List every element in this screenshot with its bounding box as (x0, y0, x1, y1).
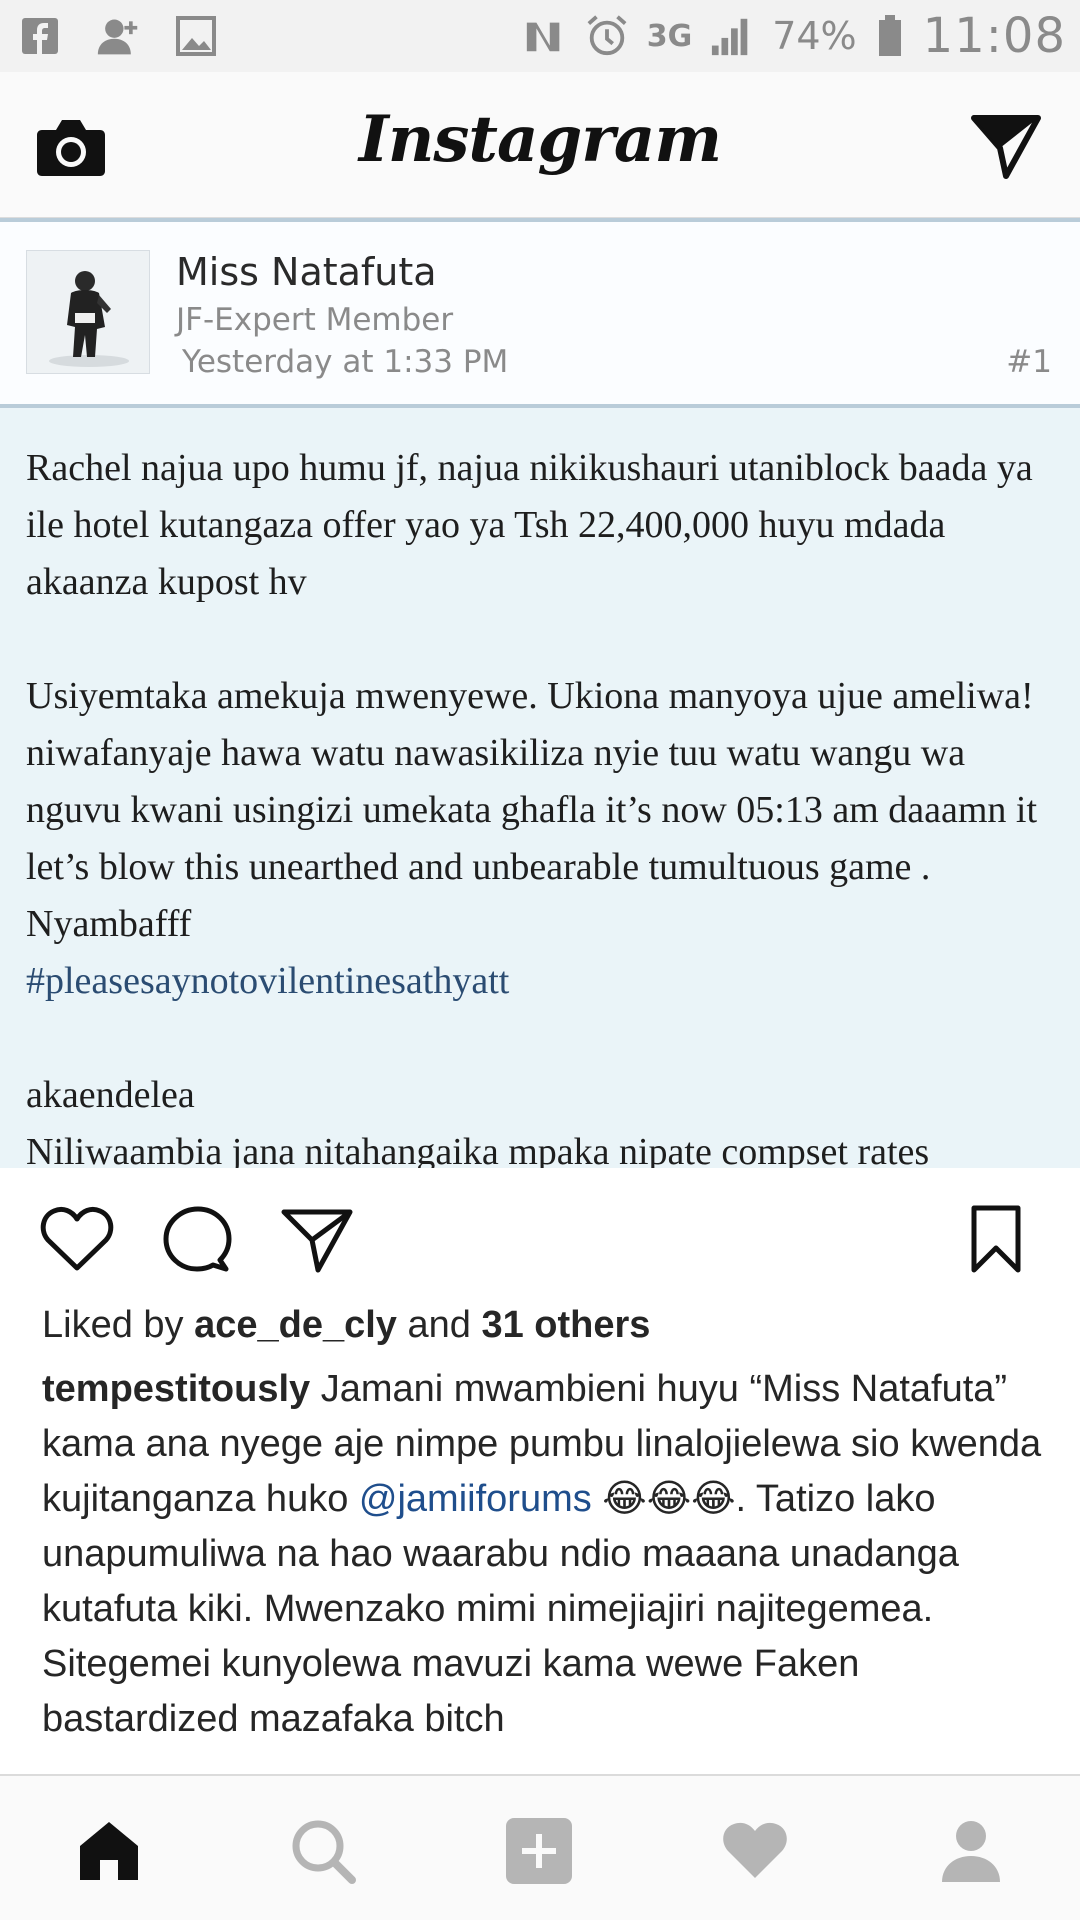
bookmark-icon[interactable] (966, 1204, 1040, 1274)
share-icon[interactable] (280, 1204, 354, 1274)
profile-icon[interactable] (936, 1816, 1006, 1886)
clock: 11:08 (922, 8, 1066, 64)
forum-paragraph: Niliwaambia jana nitahangaika mpaka nipa… (26, 1131, 930, 1168)
likes-middle: and (396, 1304, 482, 1346)
app-header: Instagram (0, 72, 1080, 218)
forum-post-header: Miss Natafuta JF-Expert Member Yesterday… (0, 218, 1080, 408)
alarm-icon (585, 14, 629, 58)
gallery-icon (174, 14, 218, 58)
home-icon[interactable] (74, 1816, 144, 1886)
signal-icon (710, 14, 754, 58)
battery-percent: 74% (772, 14, 857, 58)
likes-others[interactable]: 31 others (481, 1304, 650, 1346)
bottom-nav (0, 1774, 1080, 1920)
forum-username: Miss Natafuta (176, 250, 437, 294)
forum-post-number: #1 (1006, 344, 1052, 380)
forum-paragraph: Rachel najua upo humu jf, najua nikikush… (26, 447, 1033, 603)
forum-post-body: Rachel najua upo humu jf, najua nikikush… (26, 440, 1066, 1168)
likes-summary[interactable]: Liked by ace_de_cly and 31 others (42, 1304, 650, 1347)
nfc-icon (523, 14, 567, 58)
forum-rank: JF-Expert Member (176, 302, 454, 338)
network-type: 3G (646, 18, 693, 54)
direct-send-icon[interactable] (970, 112, 1042, 180)
add-contact-icon (96, 14, 140, 58)
instagram-logo: Instagram (358, 102, 722, 177)
forum-paragraph: Usiyemtaka amekuja mwenyewe. Ukiona many… (26, 675, 1038, 945)
post-image[interactable]: Miss Natafuta JF-Expert Member Yesterday… (0, 218, 1080, 1168)
post-actions (0, 1168, 1080, 1298)
search-icon[interactable] (288, 1816, 358, 1886)
forum-paragraph: akaendelea (26, 1074, 195, 1116)
forum-hashtag: #pleasesaynotovilentinesathyatt (26, 960, 510, 1002)
heart-icon[interactable] (40, 1204, 114, 1274)
comment-icon[interactable] (160, 1204, 234, 1274)
activity-icon[interactable] (720, 1816, 790, 1886)
caption-emoji: 😂😂😂 (591, 1478, 736, 1520)
add-post-icon[interactable] (504, 1816, 574, 1886)
liker-username[interactable]: ace_de_cly (194, 1304, 397, 1346)
status-bar: 3G 74% 11:08 (0, 0, 1080, 72)
avatar (26, 250, 150, 374)
caption-username[interactable]: tempestitously (42, 1368, 310, 1410)
facebook-icon (18, 14, 62, 58)
forum-post-date: Yesterday at 1:33 PM (182, 344, 509, 380)
caption: tempestitously Jamani mwambieni huyu “Mi… (42, 1362, 1052, 1774)
battery-icon (875, 14, 905, 58)
likes-prefix: Liked by (42, 1304, 195, 1346)
caption-mention[interactable]: @jamiiforums (359, 1478, 592, 1520)
